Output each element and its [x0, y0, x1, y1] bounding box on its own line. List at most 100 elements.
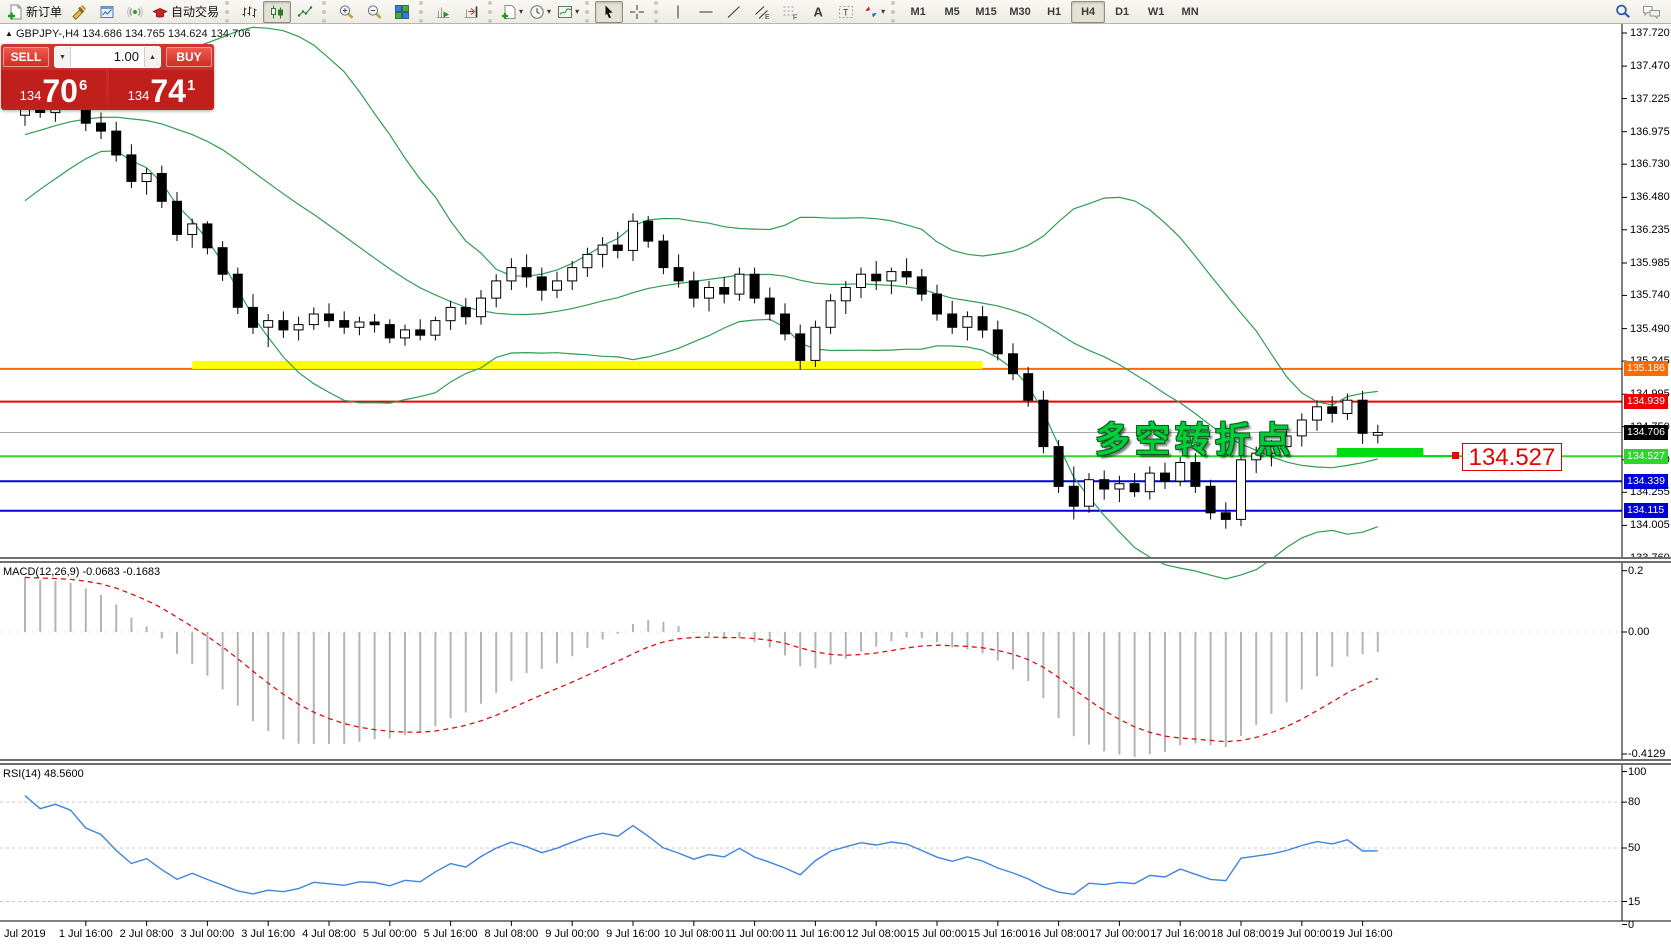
buy-price-prefix: 134	[127, 88, 150, 103]
hammer-icon	[71, 4, 87, 20]
cursor-button[interactable]	[595, 0, 624, 23]
crosshair-icon	[629, 4, 645, 20]
fibonacci-icon: F	[782, 4, 799, 20]
text-label-icon: T	[838, 4, 854, 20]
arrows-dropdown[interactable]: ▾	[860, 1, 888, 23]
timeframe-m30-button[interactable]: M30	[1003, 1, 1037, 23]
zoom-in-icon	[338, 4, 355, 20]
toolbar-group-objects: E F A T ▾	[654, 0, 891, 23]
chart-shift-icon	[463, 4, 479, 20]
svg-text:E: E	[765, 14, 770, 20]
search-icon	[1614, 3, 1632, 20]
timeframe-m15-button[interactable]: M15	[969, 1, 1003, 23]
svg-text:A: A	[814, 4, 824, 19]
auto-trading-button[interactable]: 自动交易	[149, 1, 222, 23]
fibonacci-button[interactable]: F	[776, 1, 804, 23]
cursor-icon	[601, 4, 617, 20]
new-chart-icon	[501, 4, 517, 20]
new-chart-dropdown[interactable]: ▾	[498, 1, 526, 23]
svg-text:T: T	[843, 7, 849, 17]
new-order-button[interactable]: 新订单	[4, 1, 65, 23]
highlight-price-label: 134.527	[1462, 443, 1562, 471]
text-label-button[interactable]: T	[832, 1, 860, 23]
quote-prices-row: 134 70 6 134 74 1	[1, 70, 214, 110]
periods-dropdown[interactable]: ▾	[526, 1, 554, 23]
signal-icon	[127, 4, 143, 20]
timeframe-w1-button[interactable]: W1	[1139, 1, 1173, 23]
chat-icon	[1642, 4, 1661, 20]
templates-icon	[557, 4, 573, 20]
tool-hammer-button[interactable]	[65, 1, 93, 23]
bar-chart-button[interactable]	[235, 1, 263, 23]
dropdown-arrow-icon: ▾	[575, 7, 580, 16]
toolbar-group-chart-type	[225, 0, 322, 23]
buy-price[interactable]: 134 74 1	[109, 70, 214, 108]
toolbar-group-profiles: ▾ ▾ ▾	[488, 0, 585, 23]
buy-price-sup: 1	[186, 77, 196, 94]
chart-window-icon	[99, 4, 115, 20]
equidistant-channel-button[interactable]: E	[748, 1, 776, 23]
chat-button[interactable]	[1637, 1, 1665, 23]
volume-input[interactable]: 1.00	[71, 47, 144, 67]
toolbar-group-zoom	[322, 0, 419, 23]
one-click-trading-panel: SELL ▼ 1.00 ▲ BUY 134 70 6 134 74 1	[1, 44, 214, 110]
zoom-in-button[interactable]	[332, 1, 360, 23]
timeframe-h4-button[interactable]: H4	[1071, 0, 1106, 23]
auto-scroll-icon	[435, 4, 451, 20]
candlestick-chart-button[interactable]	[263, 0, 292, 23]
candlestick-chart-icon	[269, 4, 285, 20]
chart-window-button[interactable]	[93, 1, 121, 23]
line-chart-icon	[297, 4, 313, 20]
tile-windows-button[interactable]	[388, 1, 416, 23]
timeframe-m1-button[interactable]: M1	[901, 1, 935, 23]
svg-text:F: F	[793, 14, 797, 20]
volume-stepper: ▼ 1.00 ▲	[54, 46, 161, 68]
signal-button[interactable]	[121, 1, 149, 23]
dropdown-arrow-icon: ▾	[547, 7, 552, 16]
timeframe-d1-button[interactable]: D1	[1105, 1, 1139, 23]
zoom-out-button[interactable]	[360, 1, 388, 23]
bar-chart-icon	[241, 4, 257, 20]
symbol-name: GBPJPY-,H4	[15, 28, 80, 40]
text-icon: A	[811, 4, 825, 20]
search-button[interactable]	[1609, 1, 1637, 23]
symbol-header: ▲ GBPJPY-,H4 134.686 134.765 134.624 134…	[5, 28, 250, 40]
horizontal-line-button[interactable]	[692, 1, 720, 23]
symbol-ohlc-values: 134.686 134.765 134.624 134.706	[82, 28, 251, 40]
dropdown-arrow-icon: ▾	[519, 7, 524, 16]
timeframe-mn-button[interactable]: MN	[1173, 1, 1207, 23]
timeframe-toolbar: M1 M5 M15 M30 H1 H4 D1 W1 MN	[891, 0, 1210, 23]
new-order-label: 新订单	[26, 5, 63, 19]
chart-shift-button[interactable]	[457, 1, 485, 23]
sell-price-sup: 6	[78, 77, 88, 94]
volume-increase-button[interactable]: ▲	[144, 47, 160, 67]
horizontal-line-icon	[698, 4, 714, 20]
new-order-icon	[7, 4, 23, 20]
panel-divider-macd[interactable]	[0, 557, 1671, 563]
trendline-button[interactable]	[720, 1, 748, 23]
vertical-line-button[interactable]	[664, 1, 692, 23]
rsi-label: RSI(14) 48.5600	[3, 768, 84, 780]
volume-decrease-button[interactable]: ▼	[55, 47, 71, 67]
auto-trading-label: 自动交易	[171, 5, 220, 19]
macd-label: MACD(12,26,9) -0.0683 -0.1683	[3, 566, 161, 578]
zoom-out-icon	[366, 4, 383, 20]
sell-price[interactable]: 134 70 6	[1, 70, 106, 108]
line-chart-button[interactable]	[291, 1, 319, 23]
chart-canvas[interactable]	[0, 0, 1671, 949]
toolbar-group-cursor	[585, 0, 654, 23]
panel-divider-rsi[interactable]	[0, 759, 1671, 765]
timeframe-h1-button[interactable]: H1	[1037, 1, 1071, 23]
main-toolbar: 新订单 自动交易 ▾ ▾ ▾ E F A T ▾ M1 M5 M15 M30 H…	[0, 0, 1671, 24]
text-button[interactable]: A	[804, 1, 832, 23]
clock-icon	[529, 4, 545, 20]
sell-price-big: 70	[42, 73, 78, 109]
trendline-icon	[726, 4, 742, 20]
sell-button[interactable]: SELL	[3, 47, 49, 67]
auto-scroll-button[interactable]	[429, 1, 457, 23]
buy-button[interactable]: BUY	[166, 47, 212, 67]
crosshair-button[interactable]	[623, 1, 651, 23]
templates-dropdown[interactable]: ▾	[554, 1, 582, 23]
buy-price-big: 74	[150, 73, 186, 109]
timeframe-m5-button[interactable]: M5	[935, 1, 969, 23]
